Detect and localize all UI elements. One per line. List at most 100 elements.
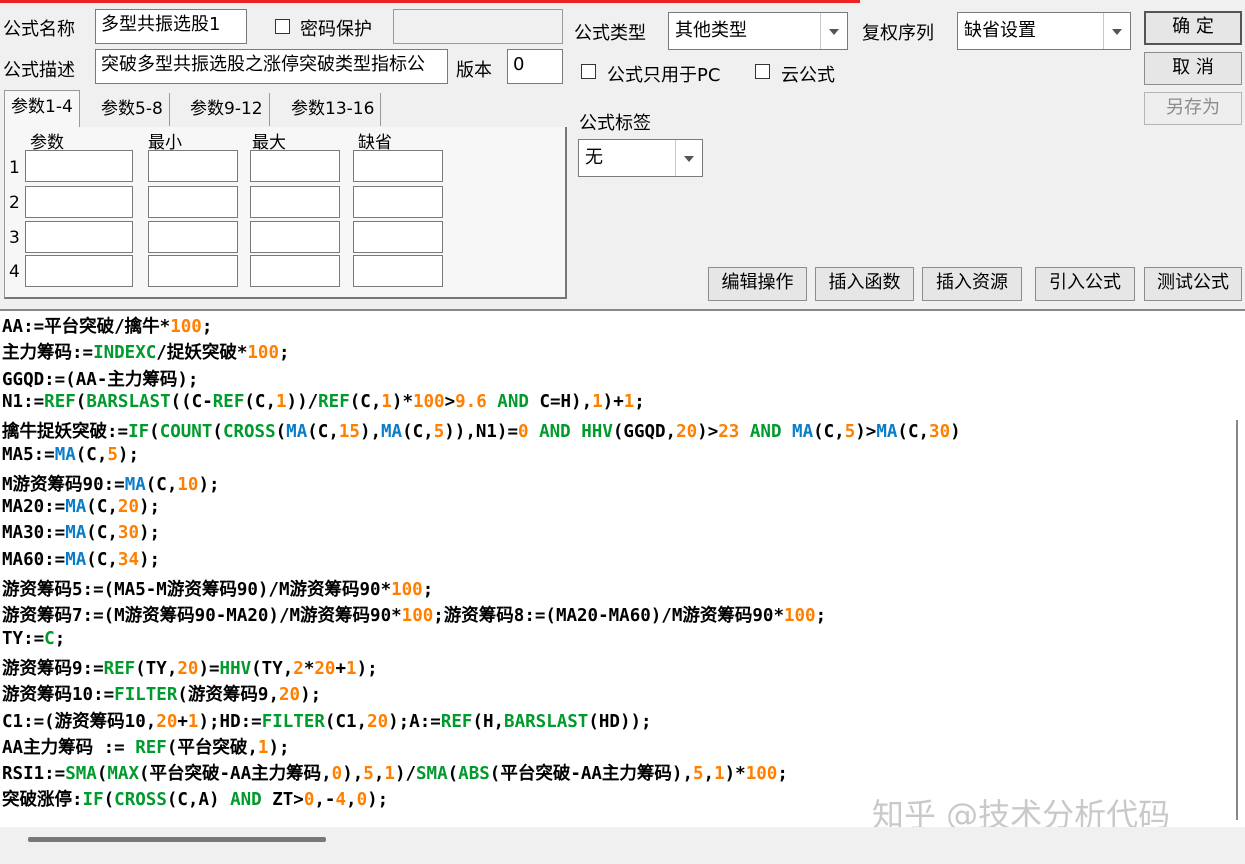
code-token: (TY, (251, 658, 294, 679)
formula-desc-input[interactable]: 突破多型共振选股之涨停突破类型指标公 (95, 49, 448, 84)
code-line[interactable]: N1:=REF(BARSLAST((C-REF(C,1))/REF(C,1)*1… (2, 392, 645, 412)
param-3-max[interactable] (250, 221, 340, 253)
code-token: IF (82, 790, 104, 811)
code-token: 0 (518, 422, 529, 443)
code-token: 1 (257, 737, 269, 758)
param-row-number: 4 (9, 262, 20, 282)
code-line[interactable]: AA:=平台突破/擒牛*100; (2, 313, 212, 338)
code-token: 5 (107, 444, 118, 465)
param-4-name[interactable] (25, 255, 133, 287)
param-4-min[interactable] (148, 255, 238, 287)
code-line[interactable]: 游资筹码10:=FILTER(游资筹码9,20); (2, 681, 321, 706)
code-token: ,- (314, 790, 336, 811)
formula-type-value: 其他类型 (675, 20, 747, 41)
code-token: ); (367, 790, 389, 811)
param-2-default[interactable] (353, 186, 443, 218)
param-3-min[interactable] (148, 221, 238, 253)
code-token: M游资筹码90:= (2, 474, 125, 495)
code-token: (TY, (135, 658, 178, 679)
code-token: 0 (356, 790, 368, 811)
code-line[interactable]: C1:=(游资筹码10,20+1);HD:=FILTER(C1,20);A:=R… (2, 708, 652, 733)
code-token: MA20:= (2, 497, 66, 518)
param-4-default[interactable] (353, 255, 443, 287)
code-token: )* (724, 764, 746, 785)
code-token: (HD)); (588, 711, 652, 732)
rights-select[interactable]: 缺省设置 (957, 12, 1131, 50)
cancel-button[interactable]: 取 消 (1144, 52, 1242, 85)
code-line[interactable]: AA主力筹码 := REF(平台突破,1); (2, 734, 290, 759)
password-checkbox[interactable] (275, 19, 290, 34)
code-token: REF (103, 658, 136, 679)
code-token: 1 (592, 391, 603, 412)
code-token: ), (359, 422, 382, 443)
code-line[interactable]: TY:=C; (2, 629, 65, 649)
code-line[interactable]: 游资筹码5:=(MA5-M游资筹码90)/M游资筹码90*100; (2, 576, 433, 601)
formula-name-input[interactable]: 多型共振选股1 (95, 9, 247, 44)
code-token: AA主力筹码 := (2, 737, 136, 758)
param-2-min[interactable] (148, 186, 238, 218)
tab-params-9-12[interactable]: 参数9-12 (184, 93, 270, 126)
param-4-max[interactable] (250, 255, 340, 287)
code-token: 5 (844, 422, 856, 443)
chevron-down-icon[interactable] (820, 13, 847, 49)
param-2-max[interactable] (250, 186, 340, 218)
ok-button[interactable]: 确 定 (1144, 11, 1242, 45)
version-input[interactable]: 0 (507, 49, 563, 84)
code-token: ( (96, 764, 108, 785)
code-line[interactable]: RSI1:=SMA(MAX(平台突破-AA主力筹码,0),5,1)/SMA(AB… (2, 760, 788, 785)
param-1-min[interactable] (148, 150, 238, 182)
code-token: ;游资筹码8:=(MA20-MA60)/M游资筹码90* (433, 606, 784, 627)
scrollbar-thumb[interactable] (28, 837, 326, 842)
code-token: FILTER (261, 711, 325, 732)
code-token: , (703, 764, 715, 785)
code-line[interactable]: 游资筹码7:=(M游资筹码90-MA20)/M游资筹码90*100;游资筹码8:… (2, 602, 826, 627)
password-input (393, 9, 563, 44)
insert-resource-button[interactable]: 插入资源 (922, 267, 1022, 301)
pc-only-checkbox[interactable] (581, 64, 596, 79)
code-line[interactable]: M游资筹码90:=MA(C,10); (2, 471, 220, 496)
code-token: (C, (86, 549, 118, 570)
code-token: 100 (783, 606, 816, 627)
code-line[interactable]: MA60:=MA(C,34); (2, 550, 160, 570)
param-3-default[interactable] (353, 221, 443, 253)
code-token: HHV (219, 658, 252, 679)
code-editor[interactable]: AA:=平台突破/擒牛*100; 主力筹码:=INDEXC/捉妖突破*100; GG… (0, 309, 1245, 827)
code-line[interactable]: MA5:=MA(C,5); (2, 445, 139, 465)
test-formula-button[interactable]: 测试公式 (1144, 267, 1242, 301)
code-token: AND (749, 422, 782, 443)
param-2-name[interactable] (25, 186, 133, 218)
insert-function-button[interactable]: 插入函数 (815, 267, 914, 301)
import-formula-button[interactable]: 引入公式 (1035, 267, 1135, 301)
tab-params-1-4[interactable]: 参数1-4 (4, 90, 80, 129)
param-1-name[interactable] (25, 150, 133, 182)
code-token: 4 (335, 790, 347, 811)
tab-params-5-8[interactable]: 参数5-8 (95, 93, 170, 126)
code-line[interactable]: 主力筹码:=INDEXC/捉妖突破*100; (2, 339, 290, 364)
code-token: MA60:= (2, 549, 66, 570)
formula-tag-select[interactable]: 无 (578, 139, 703, 177)
vertical-scrollbar[interactable] (1236, 420, 1238, 820)
chevron-down-icon[interactable] (675, 140, 702, 176)
tab-params-13-16[interactable]: 参数13-16 (285, 93, 382, 126)
param-3-name[interactable] (25, 221, 133, 253)
code-token: AND (539, 422, 571, 443)
code-line[interactable]: MA20:=MA(C,20); (2, 497, 160, 517)
formula-type-select[interactable]: 其他类型 (668, 12, 848, 50)
code-token: 0 (303, 790, 315, 811)
horizontal-scrollbar[interactable] (0, 827, 1245, 864)
code-line[interactable]: 擒牛捉妖突破:=IF(COUNT(CROSS(MA(C,15),MA(C,5))… (2, 418, 961, 443)
code-line[interactable]: 游资筹码9:=REF(TY,20)=HHV(TY,2*20+1); (2, 655, 378, 680)
code-token: 游资筹码5:=(MA5-M游资筹码90)/M游资筹码90* (2, 580, 392, 600)
cloud-checkbox[interactable] (755, 64, 770, 79)
code-token: RSI1:= (2, 764, 66, 785)
code-line[interactable]: GGQD:=(AA-主力筹码); (2, 366, 198, 391)
param-1-default[interactable] (353, 150, 443, 182)
param-1-max[interactable] (250, 150, 340, 182)
code-token: AND (230, 790, 262, 811)
edit-ops-button[interactable]: 编辑操作 (708, 267, 807, 301)
code-token: ( (447, 764, 459, 785)
code-line[interactable]: MA30:=MA(C,30); (2, 523, 160, 543)
chevron-down-icon[interactable] (1103, 13, 1130, 49)
param-row-number: 2 (9, 193, 20, 213)
code-line[interactable]: 突破涨停:IF(CROSS(C,A) AND ZT>0,-4,0); (2, 786, 388, 811)
